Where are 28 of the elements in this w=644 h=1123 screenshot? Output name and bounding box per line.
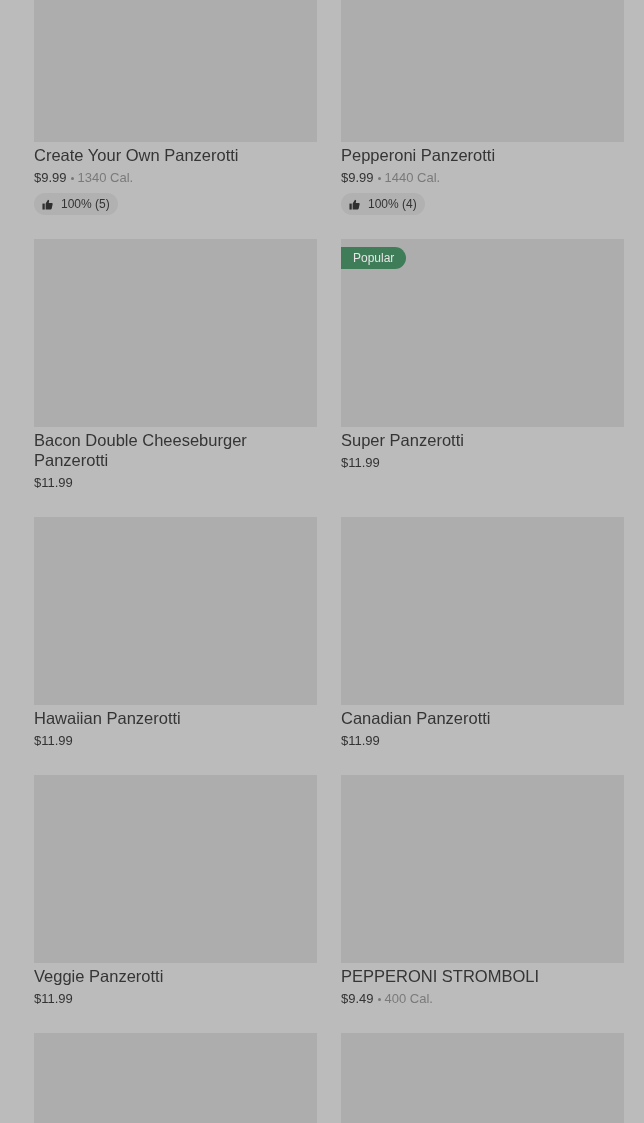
item-price: $11.99 [34, 474, 73, 492]
separator-dot [70, 176, 74, 180]
item-name[interactable]: Bacon Double Cheeseburger Panzerotti [34, 430, 284, 470]
item-price: $9.49 [341, 990, 374, 1008]
item-calories: 400 Cal. [384, 990, 433, 1008]
item-price: $11.99 [34, 990, 73, 1008]
item-name[interactable]: Hawaiian Panzerotti [34, 708, 181, 728]
separator-dot [377, 176, 381, 180]
item-price: $11.99 [341, 732, 380, 750]
item-calories: 1440 Cal. [384, 169, 441, 187]
separator-dot [377, 997, 381, 1001]
rating-badge: 100% (5) [34, 193, 118, 215]
item-name[interactable]: Create Your Own Panzerotti [34, 145, 239, 165]
item-price: $9.99 [341, 169, 374, 187]
thumbs-up-icon [349, 198, 360, 210]
item-price: $11.99 [34, 732, 73, 750]
item-name[interactable]: Pepperoni Panzerotti [341, 145, 496, 165]
image-placeholder[interactable]: Popular [341, 239, 624, 427]
item-name[interactable]: Veggie Panzerotti [34, 966, 164, 986]
thumbs-up-icon [42, 198, 53, 210]
item-name[interactable]: Super Panzerotti [341, 430, 464, 450]
popular-badge: Popular [341, 247, 407, 269]
item-price: $11.99 [341, 454, 380, 472]
rating-badge: 100% (4) [341, 193, 425, 215]
item-calories: 1340 Cal. [77, 169, 134, 187]
item-price: $9.99 [34, 169, 67, 187]
item-name[interactable]: PEPPERONI STROMBOLI [341, 966, 540, 986]
item-name[interactable]: Canadian Panzerotti [341, 708, 491, 728]
